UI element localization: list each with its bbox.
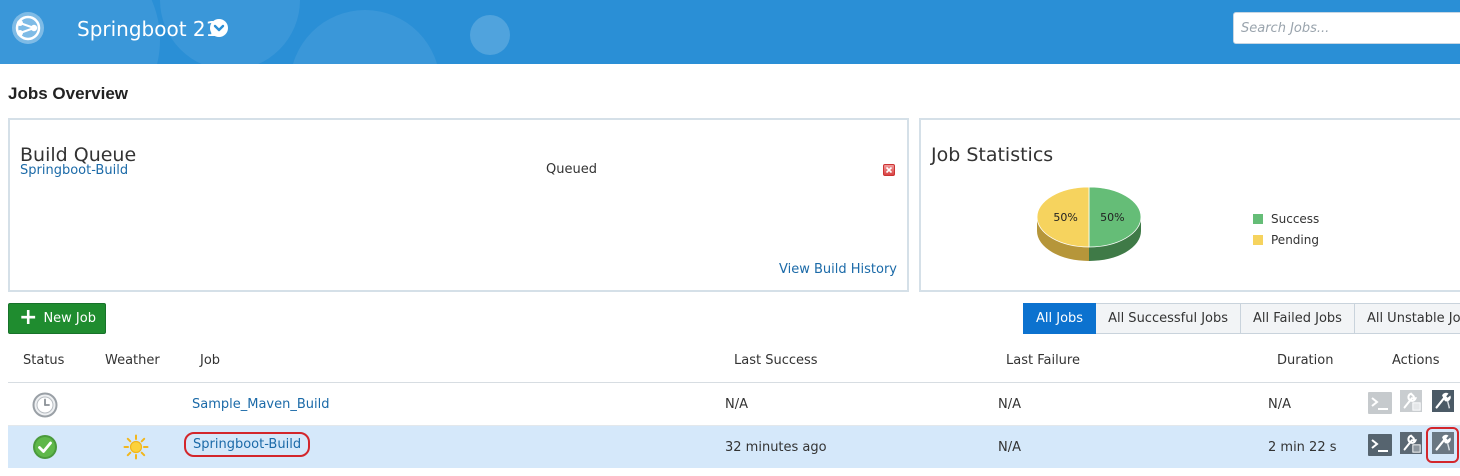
filter-tab-all-unstable-jobs[interactable]: All Unstable Jobs — [1354, 303, 1460, 334]
last-success-cell: N/A — [725, 397, 748, 412]
new-job-label: New Job — [43, 311, 96, 326]
job-link[interactable]: Springboot-Build — [184, 432, 311, 457]
chart-legend: Success Pending — [1253, 208, 1319, 250]
cancel-queue-icon[interactable] — [883, 164, 895, 176]
last-failure-cell: N/A — [998, 397, 1021, 412]
column-header-last-success[interactable]: Last Success — [734, 353, 818, 368]
pie-data-label: 50% — [1100, 211, 1124, 224]
legend-label: Pending — [1271, 232, 1319, 247]
project-title[interactable]: Springboot 21 — [77, 17, 218, 41]
sun-icon — [123, 434, 149, 460]
legend-swatch — [1253, 234, 1263, 245]
filter-tab-all-jobs[interactable]: All Jobs — [1023, 303, 1097, 334]
legend-item-success[interactable]: Success — [1253, 208, 1319, 229]
job-filter-tabs: All Jobs All Successful Jobs All Failed Jo… — [1023, 303, 1460, 334]
build-now-icon[interactable] — [1431, 432, 1455, 454]
schedule-build-icon[interactable] — [1399, 432, 1423, 454]
duration-cell: N/A — [1268, 397, 1291, 412]
success-check-icon — [33, 435, 57, 459]
plus-icon: + — [19, 304, 38, 330]
legend-label: Success — [1271, 211, 1320, 226]
table-row[interactable]: Sample_Maven_Build N/A N/A N/A — [8, 384, 1460, 426]
app-logo-icon[interactable] — [10, 10, 46, 46]
new-job-button[interactable]: + New Job — [8, 303, 106, 334]
column-header-last-failure[interactable]: Last Failure — [1006, 353, 1080, 368]
pie-data-label: 50% — [1053, 211, 1077, 224]
last-failure-cell: N/A — [998, 440, 1021, 455]
last-success-cell: 32 minutes ago — [725, 440, 827, 455]
page-title: Jobs Overview — [8, 84, 129, 103]
search-jobs-input[interactable] — [1233, 12, 1460, 44]
header-decoration — [470, 15, 510, 55]
column-header-status[interactable]: Status — [23, 353, 64, 368]
legend-item-pending[interactable]: Pending — [1253, 229, 1319, 250]
build-now-icon[interactable] — [1431, 390, 1455, 412]
column-header-duration[interactable]: Duration — [1277, 353, 1333, 368]
column-header-job[interactable]: Job — [200, 353, 220, 368]
job-statistics-pie-chart: 50% 50% — [1036, 186, 1142, 261]
legend-swatch — [1253, 213, 1263, 224]
header-decoration — [290, 10, 440, 64]
job-statistics-title: Job Statistics — [931, 144, 1054, 166]
view-build-history-link[interactable]: View Build History — [779, 262, 897, 277]
table-row[interactable]: Springboot-Build 32 minutes ago N/A 2 mi… — [8, 426, 1460, 468]
project-dropdown-icon[interactable] — [210, 19, 228, 37]
schedule-build-icon[interactable] — [1399, 390, 1423, 412]
job-statistics-panel: Job Statistics 50% 50% Success Pending — [919, 118, 1460, 292]
queued-job-link[interactable]: Springboot-Build — [20, 163, 128, 178]
table-header-divider — [8, 382, 1460, 383]
duration-cell: 2 min 22 s — [1268, 440, 1337, 455]
column-header-actions: Actions — [1392, 353, 1440, 368]
console-icon[interactable] — [1368, 434, 1392, 456]
build-queue-panel: Build Queue Springboot-Build Queued View… — [8, 118, 909, 292]
app-header: Springboot 21 — [0, 0, 1460, 64]
column-header-weather[interactable]: Weather — [105, 353, 160, 368]
console-icon[interactable] — [1368, 392, 1392, 414]
job-link[interactable]: Sample_Maven_Build — [192, 397, 330, 412]
filter-tab-all-successful-jobs[interactable]: All Successful Jobs — [1096, 303, 1242, 334]
clock-icon — [32, 392, 58, 418]
annotated-job: Springboot-Build — [184, 432, 311, 457]
queue-status: Queued — [546, 162, 597, 177]
filter-tab-all-failed-jobs[interactable]: All Failed Jobs — [1241, 303, 1355, 334]
